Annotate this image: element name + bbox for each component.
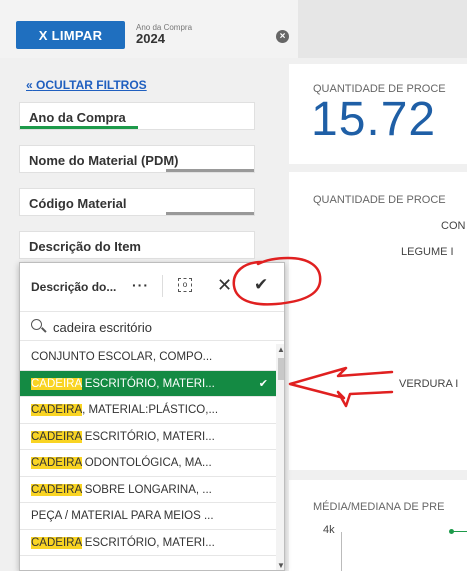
chart-category-label: VERDURA I [399,378,459,390]
list-item[interactable] [20,556,276,570]
search-highlight: CADEIRA [31,430,82,443]
chart-title: QUANTIDADE DE PROCE [313,194,446,206]
select-all-icon[interactable]: o [178,278,192,292]
remove-filter-icon[interactable]: × [276,30,289,43]
dropdown-scrollbar[interactable]: ▲ ▼ [276,344,284,570]
filter-label: Nome do Material (PDM) [29,153,179,168]
filter-descricao-do-item[interactable]: Descrição do Item [19,231,255,259]
search-input[interactable]: cadeira escritório [53,320,152,335]
selected-check-icon: ✔ [258,377,268,390]
search-highlight: CADEIRA [31,483,82,496]
y-axis-line [341,532,342,571]
chart-category-label: CON [441,220,466,232]
list-item[interactable]: CADEIRA, MATERIAL:PLÁSTICO,... [20,397,276,424]
filter-label: Código Material [29,196,127,211]
clear-filters-button[interactable]: X LIMPAR [16,21,125,49]
filter-ano-da-compra[interactable]: Ano da Compra [19,102,255,130]
search-highlight: CADEIRA [31,536,82,549]
search-highlight: CADEIRA [31,404,83,416]
active-filter-value: 2024 [136,31,165,46]
list-item[interactable]: CONJUNTO ESCOLAR, COMPO... [20,344,276,371]
descricao-dropdown: Descrição do... ··· o ✕ ✔ cadeira escrit… [19,262,285,571]
search-highlight: CADEIRA [31,457,82,469]
filter-label: Descrição do Item [29,239,141,254]
topbar-right-area [298,0,467,58]
double-chevron-left-icon: « [26,78,33,92]
search-highlight: CADEIRA [31,377,82,390]
line-chart-card: MÉDIA/MEDIANA DE PRE 4k [289,480,467,571]
list-item[interactable]: CADEIRA ODONTOLÓGICA, MA... [20,450,276,477]
list-item[interactable]: CADEIRA SOBRE LONGARINA, ... [20,477,276,503]
chart-category-label: LEGUME I [401,246,454,258]
scroll-thumb[interactable] [278,358,284,380]
scroll-down-icon[interactable]: ▼ [277,561,284,570]
close-icon[interactable]: ✕ [217,275,232,296]
divider [162,275,163,297]
search-icon [31,319,42,330]
list-item-selected[interactable]: CADEIRA ESCRITÓRIO, MATERI... ✔ [20,370,276,397]
filter-indicator [166,169,254,172]
chart-title: MÉDIA/MEDIANA DE PRE [313,501,445,513]
more-options-icon[interactable]: ··· [132,277,149,293]
dropdown-search[interactable]: cadeira escritório [20,311,284,341]
dropdown-list: CONJUNTO ESCOLAR, COMPO... CADEIRA ESCRI… [20,344,276,570]
scroll-up-icon[interactable]: ▲ [277,345,284,354]
dropdown-title: Descrição do... [31,280,117,294]
dropdown-header: Descrição do... ··· o ✕ ✔ [20,263,284,309]
axis-tick-label: 4k [323,524,335,536]
confirm-check-icon[interactable]: ✔ [254,275,268,295]
hide-filters-link[interactable]: « OCULTAR FILTROS [26,78,147,92]
filter-indicator [166,212,254,215]
list-item[interactable]: PEÇA / MATERIAL PARA MEIOS ... [20,503,276,530]
list-item[interactable]: CADEIRA ESCRITÓRIO, MATERI... [20,530,276,556]
kpi-card: QUANTIDADE DE PROCE 15.72 [289,64,467,164]
filter-nome-do-material[interactable]: Nome do Material (PDM) [19,145,255,173]
bar-chart-card: QUANTIDADE DE PROCE CON LEGUME I VERDURA… [289,172,467,470]
clear-label: X LIMPAR [38,27,103,43]
filter-active-indicator [20,126,138,129]
list-item[interactable]: CADEIRA ESCRITÓRIO, MATERI... [20,424,276,450]
filter-label: Ano da Compra [29,110,126,125]
filter-topbar: X LIMPAR Ano da Compra 2024 × [0,0,467,58]
series-line [452,531,467,532]
kpi-value: 15.72 [311,93,437,146]
filter-codigo-material[interactable]: Código Material [19,188,255,216]
